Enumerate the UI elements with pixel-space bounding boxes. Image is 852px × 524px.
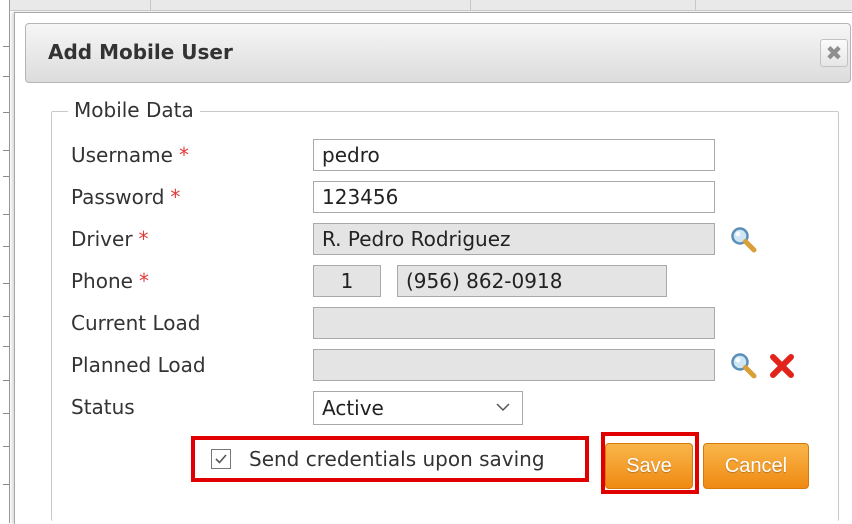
- phone-label: Phone *: [71, 269, 149, 293]
- driver-input[interactable]: R. Pedro Rodriguez: [313, 223, 715, 255]
- send-credentials-label: Send credentials upon saving: [249, 447, 545, 471]
- password-label: Password *: [71, 185, 180, 209]
- phone-country-code-input[interactable]: 1: [313, 265, 381, 297]
- required-marker: *: [138, 269, 149, 293]
- required-marker: *: [178, 143, 189, 167]
- username-label-text: Username: [71, 143, 173, 167]
- background-column-divider: [470, 0, 471, 10]
- planned-load-search-magnifier-icon[interactable]: [729, 351, 759, 381]
- send-credentials-row[interactable]: Send credentials upon saving: [211, 444, 545, 474]
- status-label: Status: [71, 395, 135, 419]
- required-marker: *: [138, 227, 149, 251]
- close-button[interactable]: ✖: [820, 39, 848, 67]
- driver-search-magnifier-icon[interactable]: [729, 225, 759, 255]
- background-tick: [3, 176, 9, 177]
- send-credentials-checkbox[interactable]: [211, 449, 231, 469]
- background-tick: [3, 283, 9, 284]
- checkmark-icon: [215, 454, 227, 464]
- save-button[interactable]: Save: [605, 443, 693, 489]
- dialog-titlebar[interactable]: Add Mobile User ✖: [25, 23, 851, 83]
- background-tick: [3, 446, 9, 447]
- background-tick: [3, 246, 9, 247]
- background-header-strip: [0, 0, 852, 11]
- background-tick: [3, 413, 9, 414]
- cancel-button[interactable]: Cancel: [703, 443, 809, 489]
- background-tick: [3, 46, 9, 47]
- background-column-divider: [695, 0, 696, 10]
- username-input[interactable]: pedro: [313, 139, 715, 171]
- background-tick: [3, 112, 9, 113]
- planned-load-input[interactable]: [313, 349, 715, 381]
- background-tick: [3, 214, 9, 215]
- status-select[interactable]: Active: [313, 391, 523, 425]
- phone-number-input[interactable]: (956) 862-0918: [397, 265, 667, 297]
- driver-label: Driver *: [71, 227, 149, 251]
- background-tick: [3, 150, 9, 151]
- planned-load-clear-red-x-icon[interactable]: [767, 351, 797, 381]
- current-load-input[interactable]: [313, 307, 715, 339]
- current-load-label: Current Load: [71, 311, 201, 335]
- background-tick: [3, 380, 9, 381]
- background-column-divider: [150, 0, 151, 10]
- phone-label-text: Phone: [71, 269, 133, 293]
- chevron-down-icon: [494, 397, 512, 421]
- dialog-title: Add Mobile User: [48, 40, 233, 64]
- add-mobile-user-dialog: Add Mobile User ✖ Mobile Data Username * …: [14, 12, 852, 524]
- password-input[interactable]: 123456: [313, 181, 715, 213]
- close-icon: ✖: [825, 41, 843, 65]
- background-left-edge: [0, 0, 10, 523]
- password-label-text: Password: [71, 185, 165, 209]
- username-label: Username *: [71, 143, 189, 167]
- driver-label-text: Driver: [71, 227, 133, 251]
- fieldset-legend: Mobile Data: [68, 98, 200, 122]
- background-tick: [3, 76, 9, 77]
- status-selected-value: Active: [322, 396, 384, 420]
- required-marker: *: [170, 185, 181, 209]
- planned-load-label: Planned Load: [71, 353, 206, 377]
- background-tick: [3, 316, 9, 317]
- background-tick: [3, 346, 9, 347]
- background-tick: [3, 484, 9, 485]
